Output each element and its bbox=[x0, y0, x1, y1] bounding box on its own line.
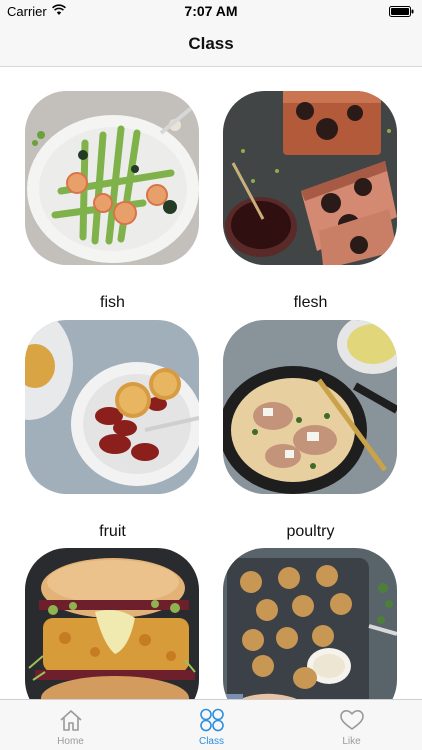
home-icon bbox=[59, 710, 82, 731]
page-title: Class bbox=[188, 34, 234, 53]
category-grid[interactable]: fish flesh fruit poultry bbox=[0, 67, 422, 700]
status-bar: Carrier 7:07 AM bbox=[0, 0, 422, 22]
category-item-fish[interactable]: fish bbox=[25, 91, 200, 311]
baked-balls-dish-image bbox=[223, 548, 397, 700]
category-image[interactable] bbox=[223, 548, 397, 700]
fish-dish-image bbox=[25, 91, 199, 265]
class-grid-icon bbox=[199, 708, 224, 732]
navigation-bar: Class bbox=[0, 22, 422, 67]
fruit-dish-image bbox=[25, 320, 199, 494]
tab-bar: Home Class Like bbox=[0, 699, 422, 750]
tab-like[interactable]: Like bbox=[281, 700, 422, 750]
tab-label: Class bbox=[198, 736, 224, 747]
poultry-dish-image bbox=[223, 320, 397, 494]
flesh-dish-image bbox=[223, 91, 397, 265]
tab-home[interactable]: Home bbox=[0, 700, 141, 750]
status-time: 7:07 AM bbox=[184, 3, 238, 19]
heart-icon bbox=[339, 710, 364, 730]
category-label: flesh bbox=[293, 294, 328, 311]
category-item-flesh[interactable]: flesh bbox=[223, 91, 398, 311]
burger-dish-image bbox=[25, 548, 199, 700]
category-item-6[interactable] bbox=[223, 548, 398, 700]
category-item-fruit[interactable]: fruit bbox=[25, 320, 200, 540]
category-label: poultry bbox=[286, 523, 335, 540]
tab-label: Home bbox=[57, 736, 84, 747]
category-image[interactable] bbox=[25, 548, 199, 700]
category-image[interactable] bbox=[223, 320, 397, 494]
category-label: fruit bbox=[99, 523, 126, 540]
tab-label: Like bbox=[342, 736, 361, 747]
screen: Carrier 7:07 AM Class fish flesh fruit p… bbox=[0, 0, 422, 750]
category-image[interactable] bbox=[25, 91, 199, 265]
category-image[interactable] bbox=[223, 91, 397, 265]
tab-class[interactable]: Class bbox=[141, 700, 282, 750]
category-item-5[interactable] bbox=[25, 548, 200, 700]
category-image[interactable] bbox=[25, 320, 199, 494]
battery-icon bbox=[389, 6, 414, 17]
category-item-poultry[interactable]: poultry bbox=[223, 320, 398, 540]
category-label: fish bbox=[100, 294, 125, 311]
